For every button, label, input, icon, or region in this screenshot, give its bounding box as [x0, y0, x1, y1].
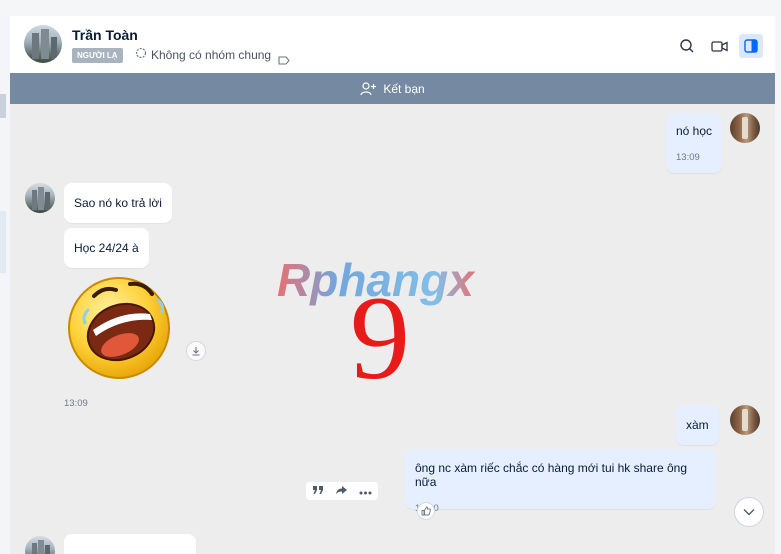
- message-time: 13:09: [676, 152, 700, 163]
- add-friend-label: Kết bạn: [383, 81, 425, 96]
- contact-name[interactable]: Trần Toàn: [72, 27, 138, 43]
- message-text: ông nc xàm riếc chắc có hàng mới tui hk …: [415, 461, 688, 489]
- video-call-icon: [710, 40, 728, 52]
- download-button[interactable]: [186, 341, 206, 361]
- background-window-right: [775, 16, 781, 554]
- background-window-strip: ▔ ▔ ▔ ▔ ▔ ▔ ▔ ▔ ▔ ▔ ▔ ▔ ▔ ▔ ▔ ▔ ▔ ▔: [0, 0, 781, 16]
- tag-icon[interactable]: [278, 52, 290, 70]
- more-icon[interactable]: [359, 482, 372, 500]
- add-friend-icon: [360, 81, 377, 95]
- message-bubble[interactable]: ông nc xàm riếc chắc có hàng mới tui hk …: [405, 449, 716, 514]
- watermark-number: 9: [350, 271, 410, 404]
- message-bubble[interactable]: Sao nó ko trả lời: [64, 183, 172, 223]
- laughing-sticker[interactable]: [66, 272, 178, 384]
- message-time: 13:10: [415, 503, 706, 514]
- message-text: Sao nó ko trả lời: [74, 196, 162, 210]
- my-avatar[interactable]: [730, 405, 760, 435]
- common-groups-label: Không có nhóm chung: [151, 47, 272, 62]
- message-bubble[interactable]: xàm: [676, 405, 719, 445]
- forward-icon[interactable]: [335, 482, 348, 500]
- contact-avatar-small[interactable]: [25, 183, 55, 213]
- thumbs-up-icon: [421, 506, 431, 516]
- group-icon: [135, 47, 147, 62]
- sidebar-toggle-icon: [744, 39, 758, 53]
- contact-avatar-small[interactable]: [25, 536, 55, 554]
- background-window-left: [0, 16, 10, 554]
- scroll-down-button[interactable]: [734, 497, 764, 527]
- sidebar-toggle-button[interactable]: [739, 34, 763, 58]
- message-actions: [306, 482, 378, 500]
- video-call-button[interactable]: [707, 34, 731, 58]
- reaction-button[interactable]: [417, 502, 435, 520]
- stranger-badge: NGƯỜI LẠ: [72, 48, 123, 63]
- message-text: Học 24/24 à: [74, 241, 139, 255]
- my-avatar[interactable]: [730, 113, 760, 143]
- message-bubble-partial[interactable]: [64, 534, 196, 554]
- message-bubble[interactable]: Học 24/24 à: [64, 228, 149, 268]
- message-bubble[interactable]: nó học 13:09: [666, 113, 723, 173]
- message-text: nó học: [676, 124, 713, 138]
- chevron-down-icon: [743, 509, 755, 516]
- chat-header: Trần Toàn NGƯỜI LẠ Không có nhóm chung: [10, 16, 775, 74]
- search-icon: [680, 39, 694, 53]
- common-groups[interactable]: Không có nhóm chung: [135, 47, 271, 62]
- quote-icon[interactable]: [312, 482, 324, 500]
- contact-avatar[interactable]: [24, 25, 62, 63]
- download-icon: [192, 347, 200, 356]
- message-text: xàm: [686, 418, 709, 432]
- message-time: 13:09: [64, 398, 88, 409]
- add-friend-bar[interactable]: Kết bạn: [10, 73, 775, 104]
- search-button[interactable]: [675, 34, 699, 58]
- chat-window: Trần Toàn NGƯỜI LẠ Không có nhóm chung K…: [10, 16, 775, 554]
